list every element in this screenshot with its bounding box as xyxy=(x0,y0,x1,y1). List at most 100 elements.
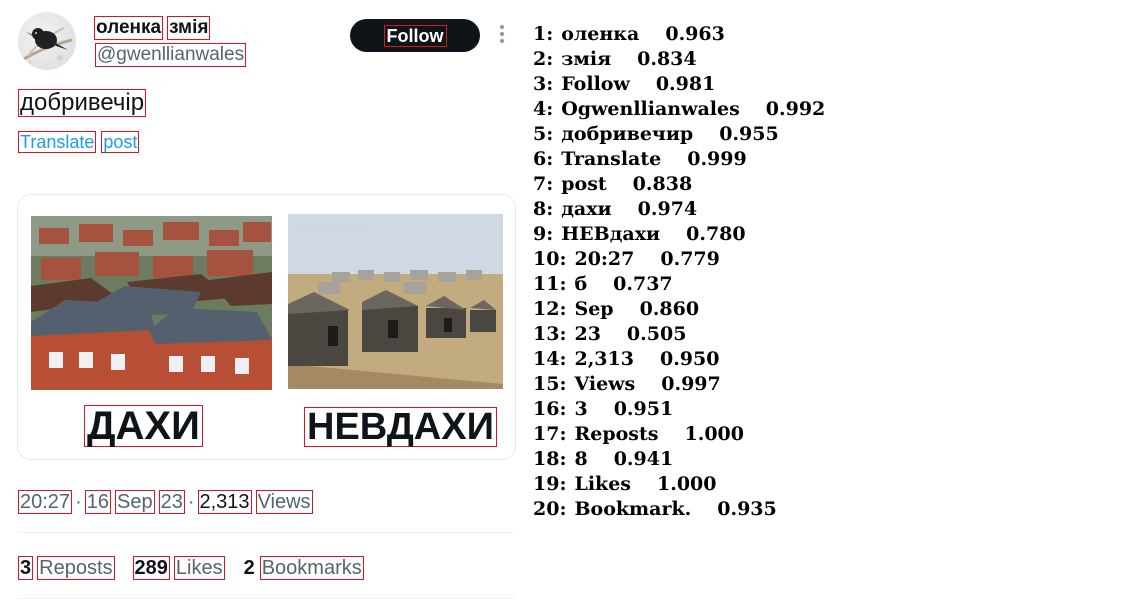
dot-separator: · xyxy=(75,491,82,513)
views-label: Views xyxy=(255,490,313,514)
tweet-text: добривечір xyxy=(18,89,147,117)
ocr-result-row: 18: 8 0.941 xyxy=(533,447,825,472)
ocr-text: Follow xyxy=(561,73,630,95)
ocr-score: 0.838 xyxy=(632,173,693,195)
ocr-score: 0.981 xyxy=(655,73,716,95)
tweet-month[interactable]: Sep xyxy=(114,490,155,514)
ocr-score: 0.950 xyxy=(659,348,720,370)
post-word[interactable]: post xyxy=(101,131,140,153)
ocr-result-row: 12: Sep 0.860 xyxy=(533,297,825,322)
ocr-result-row: 16: 3 0.951 xyxy=(533,397,825,422)
tweet-time[interactable]: 20:27 xyxy=(18,490,73,514)
ocr-result-row: 2: змія 0.834 xyxy=(533,47,825,72)
ocr-result-row: 9: НЕВдахи 0.780 xyxy=(533,222,825,247)
ocr-text: 23 xyxy=(574,323,601,345)
engagement-stats: 3 Reposts 289 Likes 2 Bookmarks xyxy=(18,556,364,580)
ocr-text: Reposts xyxy=(574,423,659,445)
ocr-text: Views xyxy=(574,373,636,395)
ocr-result-row: 8: дахи 0.974 xyxy=(533,197,825,222)
ocr-text: Likes xyxy=(574,473,631,495)
more-options-icon[interactable] xyxy=(500,25,506,46)
ocr-score: 0.780 xyxy=(686,223,746,245)
unfinished-houses-photo xyxy=(288,214,503,389)
ocr-result-row: 7: post 0.838 xyxy=(533,172,825,197)
ocr-text: б xyxy=(574,273,588,295)
ocr-text: добривечир xyxy=(561,123,694,145)
translate-post-link[interactable]: Translate post xyxy=(18,131,140,153)
ocr-index: 10: xyxy=(533,248,567,270)
ocr-index: 2: xyxy=(533,48,554,70)
ocr-text: Sep xyxy=(574,298,614,320)
author-name[interactable]: оленка змія xyxy=(94,16,211,40)
ocr-text: 3 xyxy=(574,398,588,420)
ocr-index: 12: xyxy=(533,298,567,320)
dot-separator: · xyxy=(187,491,195,513)
translate-word[interactable]: Translate xyxy=(18,131,97,153)
ocr-result-row: 10: 20:27 0.779 xyxy=(533,247,825,272)
follow-label: Follow xyxy=(383,24,447,47)
divider xyxy=(17,532,515,533)
author-last-name[interactable]: змія xyxy=(167,16,211,40)
ocr-index: 14: xyxy=(533,348,567,370)
ocr-score: 0.963 xyxy=(665,23,725,45)
caption-left: ДАХИ xyxy=(84,405,203,447)
ocr-index: 20: xyxy=(533,498,567,520)
ocr-score: 1.000 xyxy=(684,423,744,445)
ocr-result-row: 11: б 0.737 xyxy=(533,272,825,297)
ocr-index: 6: xyxy=(533,148,554,170)
follow-button[interactable]: Follow xyxy=(350,19,480,52)
ocr-text: 20:27 xyxy=(574,248,635,270)
ocr-score: 0.999 xyxy=(687,148,747,170)
ocr-index: 15: xyxy=(533,373,567,395)
ocr-result-row: 3: Follow 0.981 xyxy=(533,72,825,97)
ocr-result-row: 15: Views 0.997 xyxy=(533,372,825,397)
tweet-panel: оленка змія @gwenllianwales Follow добри… xyxy=(0,0,530,600)
likes-count[interactable]: 289 xyxy=(132,556,170,580)
author-first-name[interactable]: оленка xyxy=(94,16,164,40)
bookmarks-label[interactable]: Bookmarks xyxy=(259,556,364,580)
ocr-result-row: 13: 23 0.505 xyxy=(533,322,825,347)
ocr-text: змія xyxy=(561,48,612,70)
divider xyxy=(17,598,515,599)
ocr-results-list: 1: оленка 0.963 2: змія 0.834 3: Follow 0.981 4: O… xyxy=(533,22,825,522)
ocr-score: 1.000 xyxy=(657,473,717,495)
ocr-index: 3: xyxy=(533,73,554,95)
author-handle[interactable]: @gwenllianwales xyxy=(95,43,247,67)
ocr-text: НЕВдахи xyxy=(561,223,661,245)
ocr-index: 13: xyxy=(533,323,567,345)
ocr-index: 9: xyxy=(533,223,554,245)
ocr-score: 0.992 xyxy=(765,98,826,120)
likes-label[interactable]: Likes xyxy=(173,556,225,580)
ocr-index: 18: xyxy=(533,448,567,470)
bookmarks-count[interactable]: 2 xyxy=(243,557,256,579)
tweet-media[interactable]: @gwenllianwales ДАХИ НЕВДАХИ xyxy=(17,194,516,460)
roofs-photo xyxy=(31,216,272,390)
ocr-text: Ogwenllianwales xyxy=(561,98,740,120)
reposts-label[interactable]: Reposts xyxy=(37,556,115,580)
reposts-count[interactable]: 3 xyxy=(18,556,34,580)
ocr-index: 7: xyxy=(533,173,554,195)
ocr-result-row: 1: оленка 0.963 xyxy=(533,22,825,47)
ocr-result-row: 20: Bookmark. 0.935 xyxy=(533,497,825,522)
avatar[interactable] xyxy=(18,12,76,70)
ocr-index: 8: xyxy=(533,198,554,220)
ocr-score: 0.974 xyxy=(637,198,698,220)
ocr-result-row: 6: Translate 0.999 xyxy=(533,147,825,172)
ocr-result-row: 5: добривечир 0.955 xyxy=(533,122,825,147)
ocr-result-row: 19: Likes 1.000 xyxy=(533,472,825,497)
ocr-index: 1: xyxy=(533,23,554,45)
tweet-day[interactable]: 16 xyxy=(84,490,111,514)
ocr-text: оленка xyxy=(561,23,640,45)
ocr-text: дахи xyxy=(561,198,612,220)
ocr-text: 8 xyxy=(574,448,588,470)
ocr-index: 19: xyxy=(533,473,567,495)
ocr-score: 0.779 xyxy=(660,248,720,270)
ocr-index: 4: xyxy=(533,98,554,120)
ocr-result-row: 17: Reposts 1.000 xyxy=(533,422,825,447)
ocr-text: Bookmark. xyxy=(574,498,692,520)
ocr-result-row: 14: 2,313 0.950 xyxy=(533,347,825,372)
tweet-year[interactable]: 23 xyxy=(158,490,185,514)
ocr-score: 0.860 xyxy=(639,298,700,320)
ocr-score: 0.941 xyxy=(613,448,674,470)
ocr-text: Translate xyxy=(561,148,662,170)
